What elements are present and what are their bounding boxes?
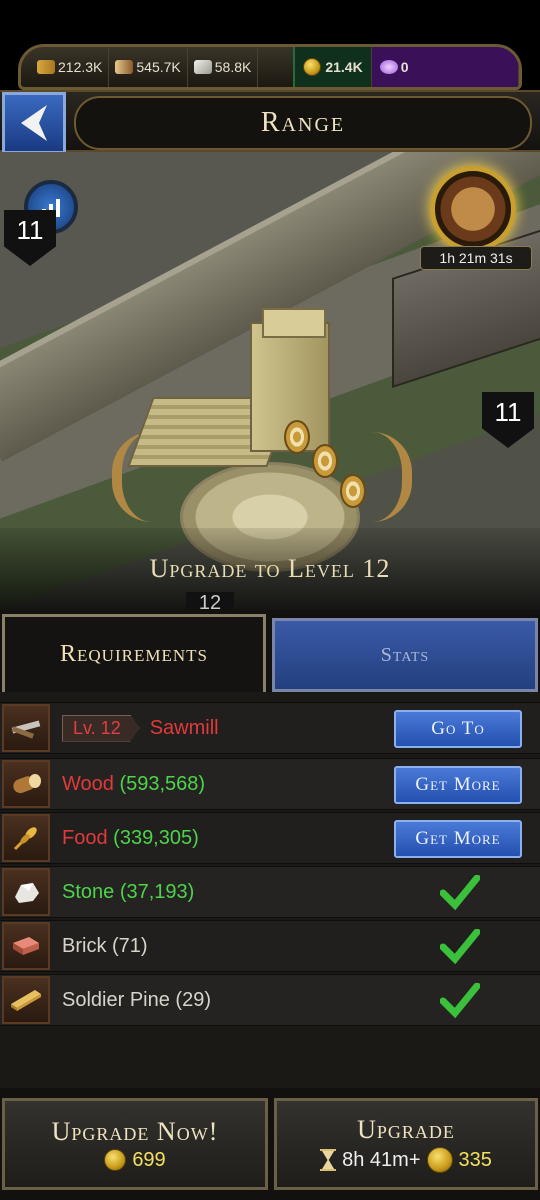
upgrade-banner: Upgrade to Level 12 bbox=[0, 528, 540, 610]
back-button[interactable] bbox=[2, 92, 66, 154]
level-badge-left-value: 11 bbox=[16, 215, 44, 245]
upgrade-time-value: 8h 41m+ bbox=[342, 1148, 421, 1171]
resource-gold[interactable]: 21.4K bbox=[293, 47, 372, 87]
resource-food[interactable]: 212.3K bbox=[31, 47, 110, 87]
bar-chart-icon-bar bbox=[56, 199, 60, 217]
level-badge-left: 11 bbox=[4, 210, 56, 266]
level-peek: 12 bbox=[186, 592, 234, 610]
requirement-amount: (71) bbox=[112, 934, 148, 957]
requirement-text: Wood (593,568) bbox=[62, 773, 205, 796]
upgrade-cost-value: 335 bbox=[458, 1148, 492, 1171]
tab-stats-label: Stats bbox=[380, 643, 430, 666]
archery-target-icon bbox=[312, 444, 338, 478]
tab-bar: Requirements Stats bbox=[0, 610, 540, 692]
building-scene[interactable]: 11 11 1h 21m 31s Upgrade to Level 12 12 bbox=[0, 152, 540, 610]
upgrade-now-button[interactable]: Upgrade Now! 699 bbox=[2, 1098, 268, 1190]
title-bar: Range bbox=[0, 90, 540, 154]
requirement-name: Soldier Pine bbox=[62, 988, 170, 1011]
upgrade-label: Upgrade bbox=[357, 1115, 455, 1144]
get-more-button-label: Get More bbox=[415, 774, 501, 795]
requirement-amount: (593,568) bbox=[119, 772, 206, 795]
requirement-level-tag: Lv. 12 bbox=[62, 714, 140, 742]
upgrade-now-label: Upgrade Now! bbox=[51, 1116, 219, 1146]
requirement-text: Stone (37,193) bbox=[62, 881, 194, 904]
resource-stone-value: 58.8K bbox=[214, 59, 252, 75]
checkmark-icon bbox=[440, 983, 480, 1019]
upgrade-cost: 8h 41m+ 335 bbox=[320, 1147, 492, 1173]
range-tower-top bbox=[262, 308, 326, 338]
requirement-row: Lv. 12 Sawmill Go To bbox=[0, 702, 540, 754]
hourglass-icon bbox=[320, 1149, 337, 1171]
title-plate: Range bbox=[74, 96, 532, 150]
requirement-name: Food bbox=[62, 826, 108, 849]
resource-food-value: 212.3K bbox=[58, 59, 103, 75]
go-to-button[interactable]: Go To bbox=[394, 710, 522, 748]
resource-gems[interactable]: 0 bbox=[371, 47, 519, 87]
requirement-amount: (29) bbox=[175, 988, 211, 1011]
upgrade-now-cost-value: 699 bbox=[132, 1148, 166, 1171]
requirement-amount: (339,305) bbox=[113, 826, 199, 849]
requirement-row: Soldier Pine (29) bbox=[0, 974, 540, 1026]
level-badge-right[interactable]: 11 bbox=[482, 392, 534, 448]
upgrade-now-cost: 699 bbox=[104, 1148, 166, 1172]
requirement-amount: (37,193) bbox=[119, 880, 195, 903]
resource-bar: 212.3K 545.7K 58.8K 21.4K 0 bbox=[18, 44, 522, 90]
tab-requirements[interactable]: Requirements bbox=[2, 614, 266, 692]
stone-icon bbox=[2, 868, 50, 916]
checkmark-icon bbox=[440, 929, 480, 965]
requirement-name: Wood bbox=[62, 772, 114, 795]
level-peek-value: 12 bbox=[198, 592, 222, 610]
upgrade-button[interactable]: Upgrade 8h 41m+ 335 bbox=[274, 1098, 538, 1190]
wheat-icon bbox=[2, 814, 50, 862]
checkmark-icon bbox=[440, 875, 480, 911]
level-badge-right-value: 11 bbox=[494, 397, 522, 427]
requirement-text: Lv. 12 Sawmill bbox=[62, 714, 219, 742]
tab-requirements-label: Requirements bbox=[60, 641, 208, 667]
gold-coin-icon bbox=[104, 1149, 127, 1171]
log-icon bbox=[2, 760, 50, 808]
back-arrow-icon bbox=[21, 105, 47, 141]
resource-wood-value: 545.7K bbox=[136, 59, 181, 75]
gem-icon bbox=[379, 60, 398, 74]
resource-gems-value: 0 bbox=[400, 59, 409, 75]
brick-icon bbox=[2, 922, 50, 970]
resource-gold-value: 21.4K bbox=[325, 59, 363, 75]
resource-stone[interactable]: 58.8K bbox=[188, 47, 259, 87]
requirement-text: Brick (71) bbox=[62, 935, 148, 958]
plank-icon bbox=[2, 976, 50, 1024]
get-more-button[interactable]: Get More bbox=[394, 766, 522, 804]
archery-target-icon bbox=[340, 474, 366, 508]
gold-coin-icon bbox=[426, 1147, 453, 1173]
requirement-text: Food (339,305) bbox=[62, 827, 199, 850]
upgrade-banner-text: Upgrade to Level 12 bbox=[149, 554, 391, 583]
requirement-row: Wood (593,568) Get More bbox=[0, 758, 540, 810]
resource-wood[interactable]: 545.7K bbox=[109, 47, 188, 87]
requirement-name: Stone bbox=[62, 880, 115, 903]
construction-timer-icon[interactable] bbox=[430, 166, 516, 252]
saw-icon bbox=[2, 704, 50, 752]
action-bar: Upgrade Now! 699 Upgrade 8h 41m+ 335 bbox=[0, 1088, 540, 1200]
requirement-name: Sawmill bbox=[149, 716, 219, 739]
log-icon bbox=[115, 60, 134, 74]
go-to-button-label: Go To bbox=[431, 718, 485, 739]
tab-stats[interactable]: Stats bbox=[272, 618, 538, 692]
requirement-name: Brick bbox=[62, 934, 107, 957]
requirement-row: Stone (37,193) bbox=[0, 866, 540, 918]
get-more-button-label: Get More bbox=[415, 828, 501, 849]
get-more-button[interactable]: Get More bbox=[394, 820, 522, 858]
requirement-row: Brick (71) bbox=[0, 920, 540, 972]
wheat-icon bbox=[37, 60, 55, 74]
page-title: Range bbox=[260, 107, 346, 138]
requirement-text: Soldier Pine (29) bbox=[62, 989, 211, 1012]
construction-timer-value: 1h 21m 31s bbox=[439, 250, 513, 266]
requirements-list[interactable]: Lv. 12 Sawmill Go To Wood (593,568) Get M… bbox=[0, 692, 540, 1088]
construction-timer: 1h 21m 31s bbox=[420, 246, 532, 270]
requirement-row: Food (339,305) Get More bbox=[0, 812, 540, 864]
stone-icon bbox=[193, 60, 212, 74]
gold-coin-icon bbox=[303, 58, 322, 76]
archery-target-icon bbox=[284, 420, 310, 454]
